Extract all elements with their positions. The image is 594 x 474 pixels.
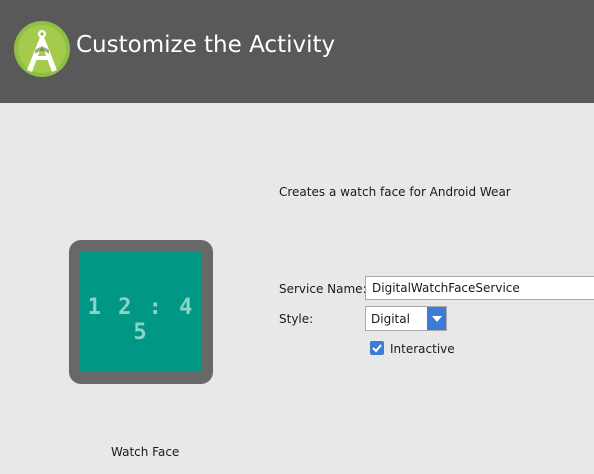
style-label: Style: xyxy=(279,312,314,326)
checkmark-icon xyxy=(372,344,382,353)
service-name-input[interactable] xyxy=(365,276,594,300)
interactive-checkbox[interactable] xyxy=(370,341,384,355)
service-name-label: Service Name: xyxy=(279,282,367,296)
wizard-content: Creates a watch face for Android Wear 1 … xyxy=(0,103,594,474)
watch-time: 1 2 : 4 5 xyxy=(87,295,195,345)
chevron-down-icon xyxy=(432,316,442,322)
watch-screen: 1 2 : 4 5 xyxy=(80,251,202,372)
template-description: Creates a watch face for Android Wear xyxy=(279,185,511,199)
style-select-value: Digital xyxy=(371,312,410,326)
interactive-label[interactable]: Interactive xyxy=(390,342,455,356)
wizard-header: Customize the Activity xyxy=(0,0,594,103)
watch-face-preview: 1 2 : 4 5 xyxy=(69,240,213,384)
watch-face-caption: Watch Face xyxy=(111,445,180,459)
style-select[interactable]: Digital xyxy=(365,306,447,331)
page-title: Customize the Activity xyxy=(76,32,336,58)
android-studio-logo-icon xyxy=(14,21,70,77)
style-dropdown-button[interactable] xyxy=(427,307,446,330)
